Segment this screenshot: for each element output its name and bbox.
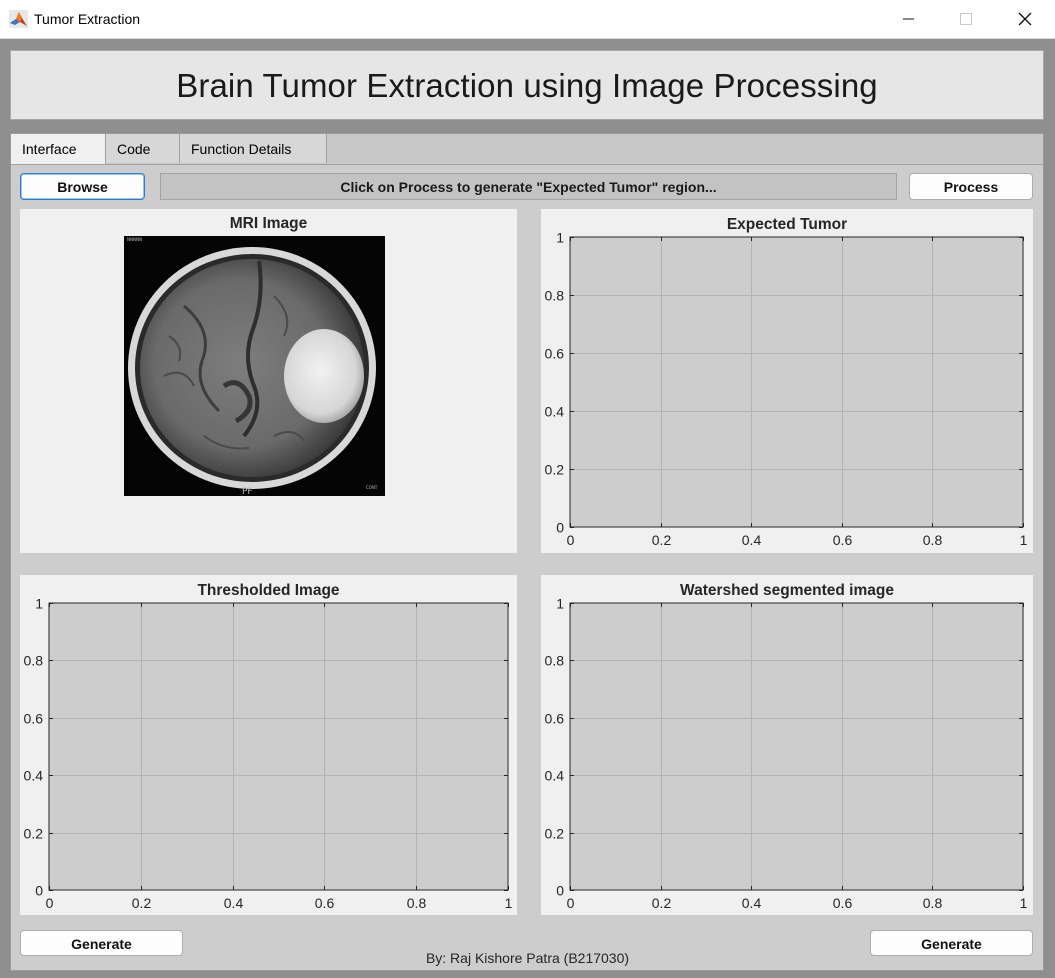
y-tick-label: 0	[556, 520, 564, 536]
minimize-icon	[903, 18, 914, 20]
x-tick-label: 1	[1020, 895, 1028, 911]
mri-brain-image: PF NNNNN CONT	[124, 236, 385, 496]
tab-code[interactable]: Code	[106, 134, 180, 163]
y-tick-label: 1	[35, 596, 43, 612]
x-tick-label: 0.8	[407, 895, 427, 911]
watershed-image-title: Watershed segmented image	[680, 582, 894, 599]
axes-plot-area	[569, 602, 1024, 891]
minimize-button[interactable]	[885, 6, 931, 32]
x-tick-label: 0.8	[923, 532, 943, 548]
y-tick-label: 0.4	[545, 768, 565, 784]
status-message: Click on Process to generate "Expected T…	[160, 173, 897, 200]
page-title: Brain Tumor Extraction using Image Proce…	[176, 67, 878, 104]
x-tick-label: 0.6	[315, 895, 335, 911]
y-tick-label: 0.6	[545, 711, 565, 727]
axes-plot-area	[569, 236, 1024, 528]
tab-strip: Interface Code Function Details	[11, 134, 1043, 164]
x-tick-label: 0	[567, 895, 575, 911]
tab-function-details[interactable]: Function Details	[180, 134, 327, 163]
tab-label: Code	[117, 141, 151, 157]
expected-tumor-title: Expected Tumor	[726, 216, 848, 233]
thresholded-image-title: Thresholded Image	[197, 582, 340, 599]
matlab-icon	[9, 10, 28, 28]
x-tick-label: 0.4	[742, 895, 762, 911]
x-tick-label: 0	[567, 532, 575, 548]
y-tick-label: 0.4	[545, 404, 565, 420]
x-tick-label: 0.2	[652, 895, 672, 911]
y-tick-label: 1	[556, 230, 564, 246]
close-button[interactable]	[1001, 6, 1047, 32]
header-banner: Brain Tumor Extraction using Image Proce…	[10, 50, 1044, 120]
svg-text:PF: PF	[242, 487, 253, 496]
browse-button[interactable]: Browse	[20, 173, 145, 200]
svg-text:NNNNN: NNNNN	[127, 237, 142, 242]
y-tick-label: 0.6	[24, 711, 44, 727]
x-tick-label: 0	[46, 895, 54, 911]
process-button[interactable]: Process	[909, 173, 1033, 200]
maximize-button[interactable]	[943, 6, 989, 32]
y-tick-label: 0.2	[545, 462, 565, 478]
y-tick-label: 0.8	[545, 288, 565, 304]
x-tick-label: 0.2	[132, 895, 152, 911]
x-tick-label: 0.2	[652, 532, 672, 548]
svg-text:CONT: CONT	[366, 485, 378, 490]
y-tick-label: 0.8	[545, 653, 565, 669]
y-tick-label: 1	[556, 596, 564, 612]
y-tick-label: 0.2	[24, 826, 44, 842]
mri-image-title: MRI Image	[229, 215, 308, 232]
x-tick-label: 0.6	[833, 532, 853, 548]
x-tick-label: 1	[505, 895, 513, 911]
y-tick-label: 0	[35, 883, 43, 899]
x-tick-label: 0.8	[923, 895, 943, 911]
window-titlebar: Tumor Extraction	[0, 0, 1055, 39]
maximize-icon	[960, 13, 972, 25]
author-credit: By: Raj Kishore Patra (B217030)	[425, 950, 630, 966]
y-tick-label: 0.8	[24, 653, 44, 669]
y-tick-label: 0.6	[545, 346, 565, 362]
tab-label: Interface	[22, 141, 77, 157]
y-tick-label: 0.2	[545, 826, 565, 842]
window-title: Tumor Extraction	[34, 11, 141, 27]
y-tick-label: 0.4	[24, 768, 44, 784]
close-icon	[1018, 12, 1032, 26]
x-tick-label: 1	[1020, 532, 1028, 548]
x-tick-label: 0.4	[742, 532, 762, 548]
tab-label: Function Details	[191, 141, 292, 157]
axes-plot-area	[48, 602, 509, 891]
tab-interface[interactable]: Interface	[11, 134, 106, 164]
y-tick-label: 0	[556, 883, 564, 899]
x-tick-label: 0.4	[224, 895, 244, 911]
x-tick-label: 0.6	[833, 895, 853, 911]
